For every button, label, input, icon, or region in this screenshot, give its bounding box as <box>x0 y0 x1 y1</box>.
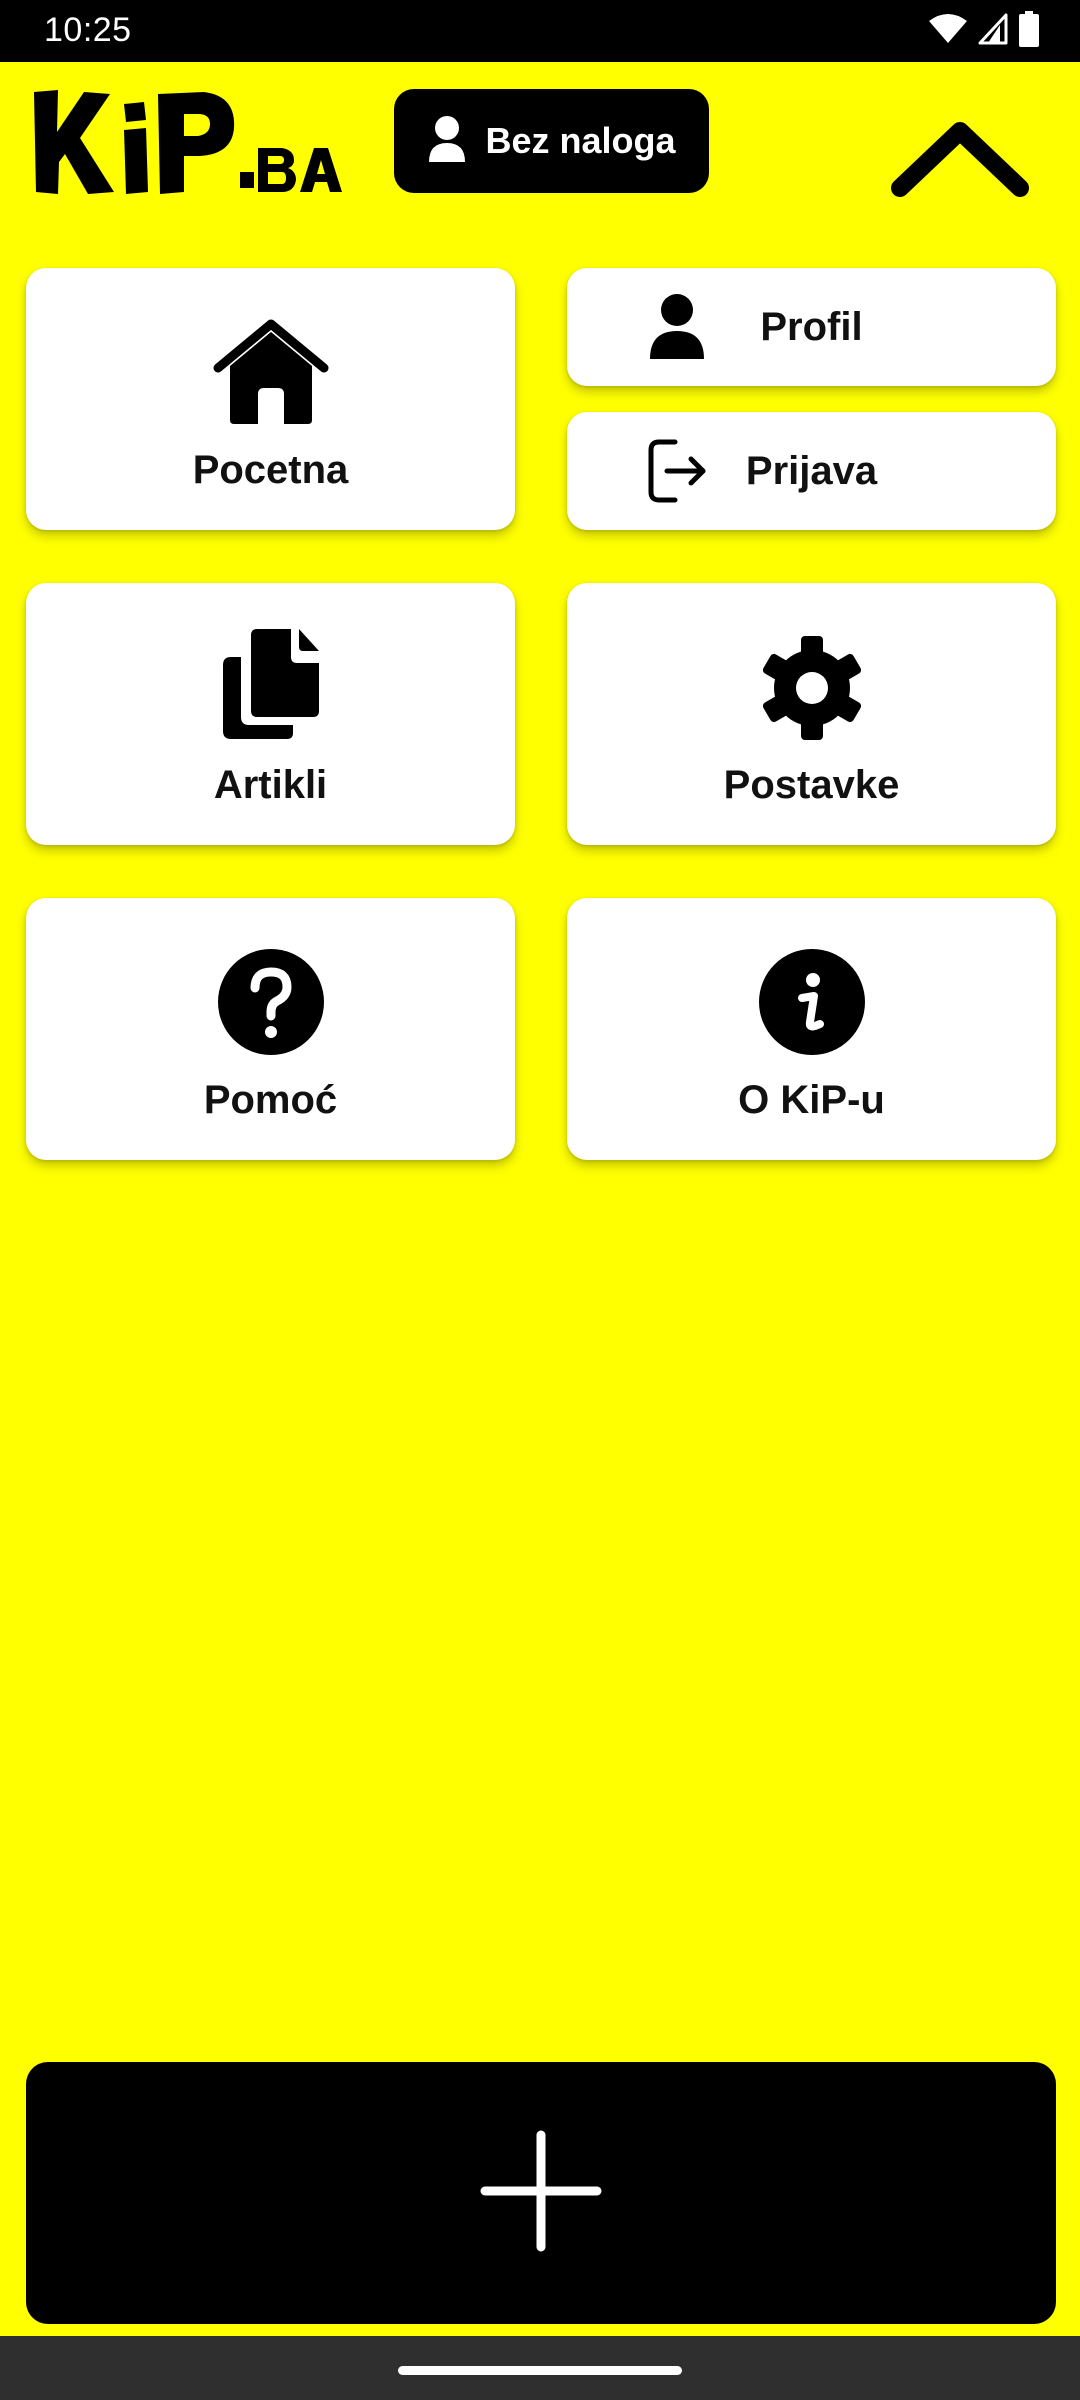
menu-card-login-label: Prijava <box>745 448 878 493</box>
account-button-label: Bez naloga <box>485 120 676 161</box>
user-icon <box>427 115 467 168</box>
menu-card-help-label: Pomoć <box>203 1078 338 1122</box>
menu-card-settings-label: Postavke <box>723 763 900 807</box>
menu-card-login[interactable]: Prijava <box>567 412 1056 530</box>
info-circle-icon <box>758 946 866 1056</box>
menu-card-home-label: Pocetna <box>192 448 349 492</box>
documents-icon <box>219 629 323 741</box>
status-icons <box>928 10 1040 52</box>
menu-card-articles[interactable]: Artikli <box>26 583 515 845</box>
signal-icon <box>978 13 1008 50</box>
status-time: 10:25 <box>44 11 132 49</box>
gear-icon <box>760 631 864 741</box>
home-icon <box>212 316 330 426</box>
menu-card-settings[interactable]: Postavke <box>567 583 1056 845</box>
plus-icon <box>479 2129 603 2258</box>
status-bar: 10:25 <box>0 0 1080 62</box>
chevron-up-icon <box>890 113 1030 208</box>
home-indicator[interactable] <box>398 2366 682 2375</box>
menu-card-articles-label: Artikli <box>213 763 328 807</box>
app-logo <box>32 88 344 200</box>
collapse-menu-button[interactable] <box>880 105 1040 215</box>
menu-card-profile[interactable]: Profil <box>567 268 1056 386</box>
question-circle-icon <box>217 946 325 1056</box>
menu-card-about[interactable]: O KiP-u <box>567 898 1056 1160</box>
wifi-icon <box>928 13 968 50</box>
menu-card-home[interactable]: Pocetna <box>26 268 515 530</box>
battery-icon <box>1018 10 1040 52</box>
menu-card-profile-label: Profil <box>760 304 863 349</box>
menu-card-about-label: O KiP-u <box>738 1078 885 1122</box>
account-button[interactable]: Bez naloga <box>394 89 709 193</box>
add-button[interactable] <box>26 2062 1056 2324</box>
menu-card-help[interactable]: Pomoć <box>26 898 515 1160</box>
